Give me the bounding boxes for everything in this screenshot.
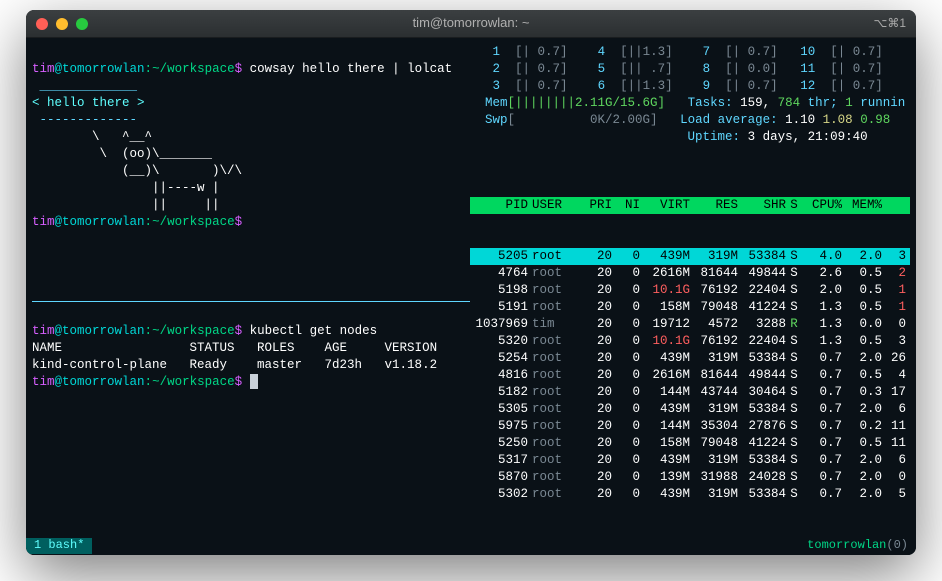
prompt-at: @ <box>55 62 63 76</box>
process-row[interactable]: 4816root2002616M8164449844S0.70.54 <box>470 367 910 384</box>
process-row[interactable]: 5254root200439M319M53384S0.72.026 <box>470 350 910 367</box>
process-row[interactable]: 5198root20010.1G7619222404S2.00.51 <box>470 282 910 299</box>
prompt-user: tim <box>32 62 55 76</box>
pane-cowsay[interactable]: tim@tomorrowlan:~/workspace$ cowsay hell… <box>32 44 470 299</box>
process-row[interactable]: 5191root200158M7904841224S1.30.51 <box>470 299 910 316</box>
prompt-host: tomorrowlan <box>62 62 145 76</box>
process-row[interactable]: 5870root200139M3198824028S0.72.00 <box>470 469 910 486</box>
tmux-statusbar[interactable]: 1 bash* tomorrowlan(0) <box>26 537 916 555</box>
window-title: tim@tomorrowlan: ~ <box>26 15 916 32</box>
status-session: (0) <box>886 538 908 552</box>
cow-msg: < hello there > <box>32 96 145 110</box>
pane-divider <box>32 301 470 302</box>
process-row[interactable]: 1037969tim2001971245723288R1.30.00 <box>470 316 910 333</box>
cow-body1: \ ^__^ <box>32 130 152 144</box>
titlebar: tim@tomorrowlan: ~ ⌥⌘1 <box>26 10 916 38</box>
cowsay-command: cowsay hello there | lolcat <box>250 62 453 76</box>
kubectl-header: NAME STATUS ROLES AGE VERSION <box>32 341 437 355</box>
cow-body3: (__)\ )\/\ <box>32 164 242 178</box>
process-row[interactable]: 5320root20010.1G7619222404S1.30.53 <box>470 333 910 350</box>
cursor <box>250 374 258 389</box>
status-right: tomorrowlan(0) <box>807 538 916 554</box>
pane-htop[interactable]: 1 [| 0.7] 4 [||1.3] 7 [| 0.7] 10 [| 0.7]… <box>470 44 910 531</box>
titlebar-hint: ⌥⌘1 <box>873 16 906 32</box>
cow-body2: \ (oo)\_______ <box>32 147 212 161</box>
process-row[interactable]: 5205root200439M319M53384S4.02.03 <box>470 248 910 265</box>
process-row[interactable]: 5305root200439M319M53384S0.72.06 <box>470 401 910 418</box>
terminal-window: tim@tomorrowlan: ~ ⌥⌘1 tim@tomorrowlan:~… <box>26 10 916 555</box>
process-header[interactable]: PIDUSERPRINIVIRTRESSHRSCPU%MEM% <box>470 197 910 214</box>
process-row[interactable]: 5975root200144M3530427876S0.70.211 <box>470 418 910 435</box>
process-row[interactable]: 5250root200158M7904841224S0.70.511 <box>470 435 910 452</box>
terminal-body: tim@tomorrowlan:~/workspace$ cowsay hell… <box>26 38 916 537</box>
prompt-symbol: $ <box>235 62 243 76</box>
process-row[interactable]: 5182root200144M4374430464S0.70.317 <box>470 384 910 401</box>
cow-body5: || || <box>32 198 220 212</box>
pane-kubectl[interactable]: tim@tomorrowlan:~/workspace$ kubectl get… <box>32 306 470 408</box>
kubectl-row: kind-control-plane Ready master 7d23h v1… <box>32 358 437 372</box>
cow-top: _____________ <box>32 79 137 93</box>
process-row[interactable]: 5317root200439M319M53384S0.72.06 <box>470 452 910 469</box>
status-host: tomorrowlan <box>807 538 886 552</box>
status-left[interactable]: 1 bash* <box>26 538 92 554</box>
left-column: tim@tomorrowlan:~/workspace$ cowsay hell… <box>32 44 470 531</box>
cow-body4: ||----w | <box>32 181 220 195</box>
process-row[interactable]: 5302root200439M319M53384S0.72.05 <box>470 486 910 503</box>
cow-bot: ------------- <box>32 113 137 127</box>
process-row[interactable]: 4764root2002616M8164449844S2.60.52 <box>470 265 910 282</box>
prompt-path: ~/workspace <box>152 62 235 76</box>
htop-processes: PIDUSERPRINIVIRTRESSHRSCPU%MEM% 5205root… <box>470 163 910 537</box>
htop-meters: 1 [| 0.7] 4 [||1.3] 7 [| 0.7] 10 [| 0.7]… <box>470 44 910 163</box>
kubectl-command: kubectl get nodes <box>250 324 378 338</box>
